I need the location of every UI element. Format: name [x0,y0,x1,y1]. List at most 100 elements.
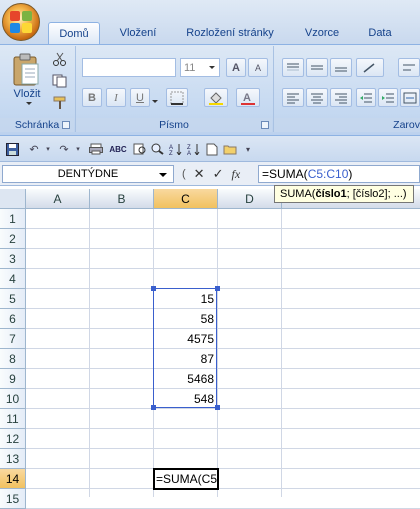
italic-button[interactable]: I [106,88,126,107]
row-header-12[interactable]: 12 [0,429,26,449]
paste-button[interactable] [8,50,44,90]
align-middle-icon [311,65,323,69]
redo-dropdown-icon[interactable]: ▾ [70,142,86,156]
range-handle[interactable] [215,405,220,410]
copy-icon[interactable] [52,74,68,88]
range-handle[interactable] [151,405,156,410]
grid-row [26,429,420,449]
column-header-c[interactable]: C [154,189,218,209]
svg-text:Z: Z [169,151,173,155]
fill-bucket-icon [209,91,223,105]
enter-icon[interactable]: ✓ [213,166,224,182]
shrink-font-button[interactable]: A [248,58,268,77]
column-header-a[interactable]: A [26,189,90,209]
formula-input[interactable]: =SUMA(C5:C10) [258,165,420,183]
borders-button[interactable] [166,88,188,107]
cancel-icon[interactable]: ✕ [194,166,205,182]
print-preview-icon[interactable] [132,142,148,156]
orientation-button[interactable] [356,58,384,77]
row-header-7[interactable]: 7 [0,329,26,349]
insert-function-button[interactable]: fx [231,167,240,182]
sort-ascending-icon[interactable]: AZ [168,142,184,156]
row-header-11[interactable]: 11 [0,409,26,429]
select-all-corner[interactable] [0,189,26,209]
row-header-1[interactable]: 1 [0,209,26,229]
row-header-4[interactable]: 4 [0,269,26,289]
sort-descending-icon[interactable]: ZA [186,142,202,156]
save-icon[interactable] [4,142,20,156]
grid-row [26,349,420,369]
align-bottom-button[interactable] [330,58,352,77]
print-icon[interactable] [88,142,104,156]
row-header-15[interactable]: 15 [0,489,26,509]
format-painter-icon[interactable] [52,96,68,110]
wrap-text-button[interactable] [398,58,420,77]
font-name-combo[interactable] [82,58,176,77]
chevron-down-icon[interactable] [159,173,167,177]
grid-row [26,269,420,289]
grid-row [26,369,420,389]
increase-indent-button[interactable] [378,88,398,107]
formula-text-suffix: ) [348,167,353,181]
row-header-10[interactable]: 10 [0,389,26,409]
row-header-13[interactable]: 13 [0,449,26,469]
row-header-14[interactable]: 14 [0,469,26,489]
fill-color-button[interactable] [204,88,228,107]
cut-icon[interactable] [52,52,68,66]
row-header-5[interactable]: 5 [0,289,26,309]
grid-row [26,329,420,349]
align-bottom-icon [335,67,347,71]
underline-dropdown-icon[interactable] [152,94,158,106]
align-top-button[interactable] [282,58,304,77]
svg-text:A: A [187,151,191,155]
spelling-icon[interactable]: ABC [109,142,126,156]
row-header-8[interactable]: 8 [0,349,26,369]
tooltip-current-argument: číslo1 [315,188,347,200]
row-header-2[interactable]: 2 [0,229,26,249]
open-folder-icon[interactable] [222,142,238,156]
range-handle[interactable] [215,286,220,291]
align-right-button[interactable] [330,88,352,107]
merge-center-button[interactable] [400,88,420,107]
formula-bar-resize-icon[interactable]: ( [182,168,186,180]
row-header-3[interactable]: 3 [0,249,26,269]
range-handle[interactable] [151,286,156,291]
tab-home[interactable]: Domů [48,22,100,44]
paste-label: Vložit [13,88,41,100]
bold-button[interactable]: B [82,88,102,107]
grid-row [26,469,420,489]
tab-insert[interactable]: Vložení [108,22,168,44]
new-document-icon[interactable] [204,142,220,156]
undo-dropdown-icon[interactable]: ▾ [40,142,56,156]
cell-c14-editor[interactable]: =SUMA(C5 [153,468,219,490]
align-center-button[interactable] [306,88,328,107]
tab-page-layout[interactable]: Rozložení stránky [176,22,284,44]
column-header-b[interactable]: B [90,189,154,209]
function-argument-tooltip[interactable]: SUMA(číslo1; [číslo2]; ...) [274,185,414,203]
tab-formulas[interactable]: Vzorce [292,22,352,44]
customize-toolbar-icon[interactable]: ▾ [240,142,256,156]
paste-dropdown-icon[interactable] [26,102,32,105]
font-size-combo[interactable]: 11 [180,58,220,77]
tooltip-function-name: SUMA( [280,188,316,200]
font-group-label: Písmo [76,118,272,132]
underline-button[interactable]: U [130,88,150,107]
svg-text:A: A [243,92,251,104]
row-header-9[interactable]: 9 [0,369,26,389]
row-header-6[interactable]: 6 [0,309,26,329]
font-dialog-launcher-icon[interactable] [261,121,269,129]
zoom-icon[interactable] [150,142,166,156]
tab-data[interactable]: Data [358,22,402,44]
formula-text-prefix: =SUMA( [262,167,308,181]
align-middle-button[interactable] [306,58,328,77]
clipboard-dialog-launcher-icon[interactable] [62,121,70,129]
grow-font-button[interactable]: A [226,58,246,77]
align-left-button[interactable] [282,88,304,107]
name-box[interactable]: DENTÝDNE [2,165,174,183]
decrease-indent-button[interactable] [356,88,376,107]
font-color-button[interactable]: A [236,88,260,107]
column-header-d[interactable]: D [218,189,282,209]
clipboard-icon [13,53,39,86]
office-button[interactable] [2,3,40,41]
grid-row [26,229,420,249]
